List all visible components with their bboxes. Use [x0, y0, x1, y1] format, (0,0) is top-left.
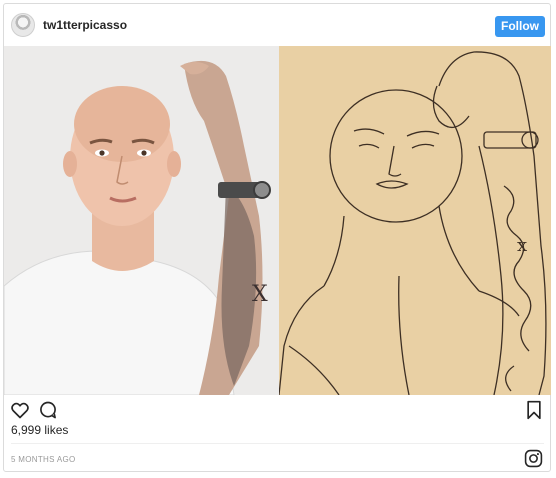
profile-avatar[interactable]: [11, 13, 35, 37]
post-header: tw1tterpicasso Follow: [4, 4, 550, 46]
post-actions: [4, 396, 550, 426]
instagram-embed-card: tw1tterpicasso Follow X x 6,999 likes 5 …: [3, 3, 551, 472]
speech-bubble-icon[interactable]: [38, 400, 58, 420]
follow-button[interactable]: Follow: [495, 16, 545, 37]
bookmark-icon[interactable]: [525, 400, 543, 420]
photo-left: X: [4, 46, 279, 395]
instagram-glyph-icon[interactable]: [524, 449, 543, 468]
username-link[interactable]: tw1tterpicasso: [43, 18, 127, 32]
svg-text:x: x: [517, 235, 527, 256]
heart-outline-icon[interactable]: [10, 400, 30, 420]
post-timestamp: 5 MONTHS AGO: [11, 455, 76, 464]
photo-right-sketch: x: [279, 46, 551, 395]
portrait-photo-illustration: X: [4, 46, 279, 395]
svg-text:X: X: [252, 282, 268, 307]
divider: [11, 443, 544, 444]
post-media[interactable]: X x: [4, 46, 551, 395]
likes-count[interactable]: 6,999 likes: [11, 423, 68, 437]
sketch-illustration: x: [279, 46, 551, 395]
